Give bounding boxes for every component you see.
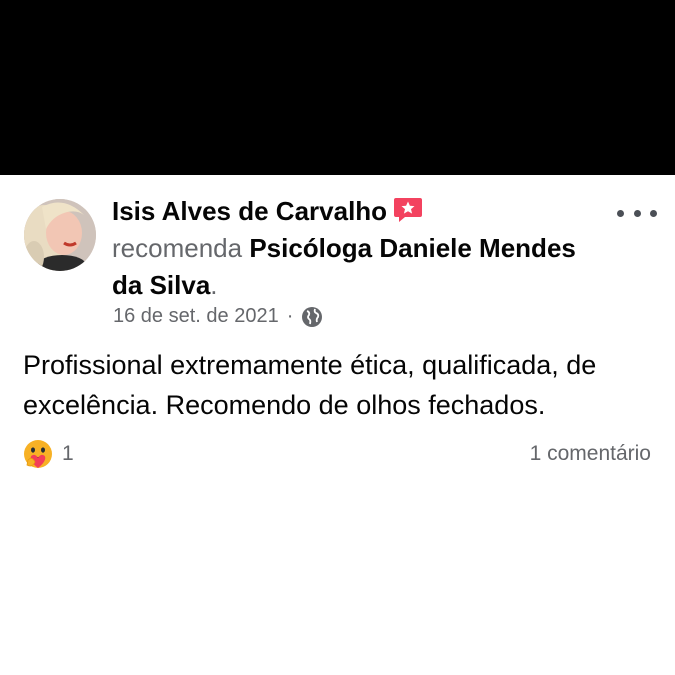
more-options-button[interactable] (617, 201, 657, 225)
reactions-summary[interactable]: 1 (22, 438, 74, 470)
avatar[interactable] (24, 199, 96, 271)
recommends-verb: recomenda (112, 233, 243, 263)
sentence-period: . (210, 270, 218, 300)
avatar-photo (24, 199, 96, 271)
author-name[interactable]: Isis Alves de Carvalho (112, 196, 387, 226)
post-meta: 16 de set. de 2021 · (113, 305, 323, 328)
comments-count-link[interactable]: 1 comentário (530, 442, 651, 466)
reaction-count: 1 (62, 442, 74, 465)
post-text: Profissional extremamente ética, qualifi… (23, 350, 597, 420)
recommendation-post: Isis Alves de Carvalho recomenda Psicólo… (0, 175, 675, 675)
care-reaction-icon (22, 438, 54, 470)
post-header: Isis Alves de Carvalho recomenda Psicólo… (112, 193, 592, 304)
recommendation-star-icon (393, 196, 423, 224)
more-dot (633, 209, 641, 217)
more-dot (650, 209, 657, 217)
globe-icon[interactable] (301, 306, 323, 328)
post-date[interactable]: 16 de set. de 2021 (113, 305, 279, 328)
top-black-bar (0, 0, 675, 175)
more-dot (617, 209, 624, 217)
meta-separator: · (286, 305, 294, 327)
